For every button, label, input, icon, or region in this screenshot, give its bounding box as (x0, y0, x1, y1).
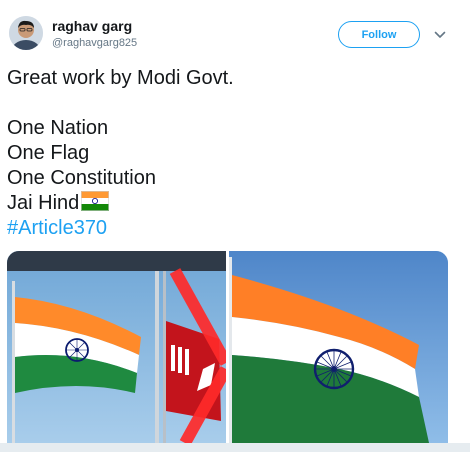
follow-button[interactable]: Follow (338, 21, 420, 48)
tweet-line: One Flag (7, 142, 90, 164)
user-avatar[interactable] (9, 16, 43, 50)
user-display-name[interactable]: raghav garg (52, 18, 132, 34)
user-handle[interactable]: @raghavgarg825 (52, 37, 137, 49)
tweet-line: Great work by Modi Govt. (7, 67, 234, 89)
tweet-line-text: Jai Hind (7, 192, 80, 214)
tweet-text: Great work by Modi Govt. One Nation One … (7, 66, 457, 241)
tweet-line-jai-hind: Jai Hind (7, 191, 457, 216)
media-image-left[interactable] (7, 251, 232, 443)
media-image-right[interactable] (229, 251, 448, 443)
chevron-down-icon[interactable] (432, 27, 448, 43)
tweet-header: raghav garg @raghavgarg825 Follow (0, 0, 470, 62)
tweet-line: One Constitution (7, 167, 156, 189)
hashtag-link[interactable]: #Article370 (7, 216, 457, 241)
bottom-divider (0, 443, 470, 452)
tweet-line: One Nation (7, 117, 109, 139)
tweet-media[interactable] (7, 251, 448, 443)
indian-flag-emoji (81, 191, 110, 218)
